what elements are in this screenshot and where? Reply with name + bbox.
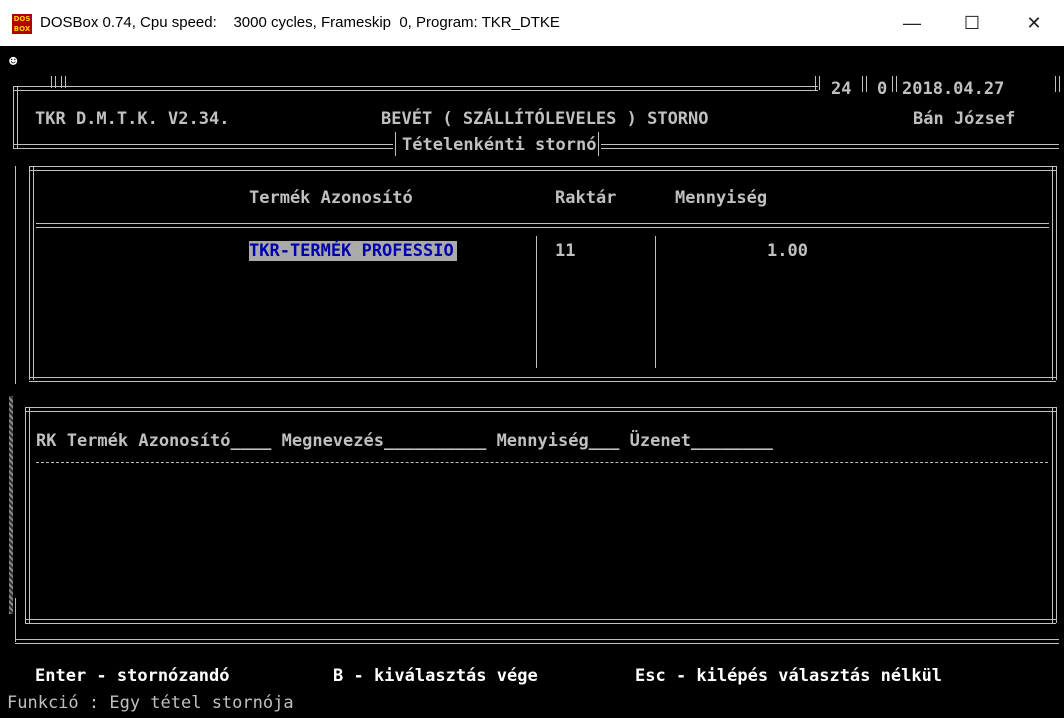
- header-top-border: [13, 86, 818, 91]
- close-button[interactable]: ✕: [1004, 0, 1064, 46]
- upper-column-divider-2: [655, 236, 656, 368]
- upper-panel-right-border: [1052, 166, 1057, 380]
- upper-panel-outer-left: [15, 166, 16, 384]
- header-date: 2018.04.27: [902, 79, 1005, 99]
- column-header-product: Termék Azonosító: [249, 188, 413, 208]
- subtitle-right-bracket: [598, 132, 599, 156]
- upper-table-header-divider: [36, 223, 1049, 228]
- app-name: TKR D.M.T.K. V2.34.: [35, 109, 230, 129]
- lower-panel-bottom-border: [25, 619, 1056, 624]
- upper-panel-bottom-border: [29, 377, 1056, 382]
- lower-panel-top-border: [25, 407, 1056, 412]
- column-header-warehouse: Raktár: [555, 188, 617, 208]
- function-line: Funkció : Egy tétel stornója: [7, 693, 294, 713]
- table-row-quantity: 1.00: [767, 241, 808, 261]
- subtitle-left-bracket: [395, 132, 396, 156]
- header-counter-divider: [815, 76, 820, 90]
- scrollbar-track[interactable]: [9, 396, 13, 614]
- column-header-quantity: Mennyiség: [675, 188, 768, 208]
- user-name: Bán József: [913, 109, 1016, 129]
- outer-bottom-left-border: [15, 598, 16, 642]
- header-date-divider: [892, 76, 897, 92]
- hint-b: B - kiválasztás vége: [333, 666, 538, 686]
- dosbox-app-icon: DOS BOX: [12, 14, 32, 34]
- lower-table-header: RK Termék Azonosító____ Megnevezés______…: [36, 431, 773, 451]
- header-counter-b: 0: [877, 79, 888, 99]
- window-titlebar: DOS BOX DOSBox 0.74, Cpu speed: 3000 cyc…: [0, 0, 1064, 46]
- upper-column-divider-1: [536, 236, 537, 368]
- dos-screen: ☻ 24 0 2018.04.27 TKR D.M.T.K. V2.34. BE…: [7, 46, 1064, 718]
- hint-enter: Enter - stornózandó: [35, 666, 230, 686]
- upper-panel-top-border: [29, 166, 1056, 171]
- module-title: BEVÉT ( SZÁLLÍTÓLEVELES ) STORNO: [381, 109, 709, 129]
- table-row-warehouse: 11: [555, 241, 576, 261]
- minimize-button[interactable]: —: [882, 0, 942, 46]
- upper-panel-left-border: [29, 166, 34, 380]
- subtitle: Tételenkénti stornó: [402, 135, 597, 155]
- header-right-tick: [1055, 76, 1060, 92]
- window-title: DOSBox 0.74, Cpu speed: 3000 cycles, Fra…: [40, 14, 560, 31]
- hint-esc: Esc - kilépés választás nélkül: [635, 666, 943, 686]
- header-bottom-border-left: [13, 144, 393, 149]
- maximize-button[interactable]: ☐: [942, 0, 1002, 46]
- lower-panel-left-border: [25, 407, 30, 623]
- header-bottom-border-right: [601, 144, 1059, 149]
- corner-smiley-icon: ☻: [9, 54, 18, 70]
- lower-table-header-divider: [36, 462, 1048, 463]
- header-counter-divider-2: [862, 76, 867, 92]
- lower-panel-right-border: [1052, 407, 1057, 623]
- header-tick-left-a: [51, 76, 56, 88]
- table-row-product-selected[interactable]: TKR-TERMÉK PROFESSIO: [249, 241, 457, 261]
- header-counter-a: 24: [831, 79, 852, 99]
- outer-bottom-border: [15, 639, 1059, 644]
- header-left-border: [13, 86, 18, 148]
- header-tick-left-b: [61, 76, 66, 88]
